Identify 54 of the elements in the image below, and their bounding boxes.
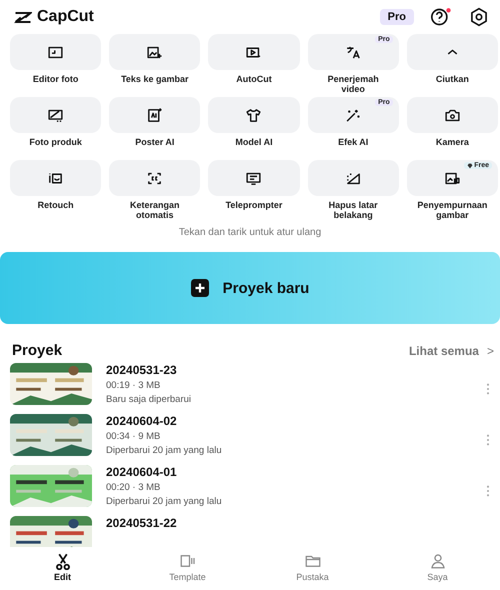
project-item[interactable]: 20240531-23 00:19 · 3 MB Baru saja diperbarui: [10, 363, 490, 414]
project-name: 20240531-23: [106, 363, 178, 377]
nav-tab[interactable]: Edit: [22, 551, 102, 583]
project-name: 20240531-22: [106, 516, 178, 530]
help-icon[interactable]: [430, 7, 452, 27]
project-updated: Baru saja diperbarui: [106, 394, 192, 405]
tool-button[interactable]: [109, 97, 200, 133]
project-meta: 00:34 · 9 MB: [106, 431, 162, 442]
tool-button[interactable]: [109, 34, 200, 70]
new-project-button[interactable]: Proyek baru: [0, 252, 500, 324]
tool-label: Poster AI: [135, 136, 174, 149]
tool-icon: [245, 106, 262, 124]
nav-tab[interactable]: Template: [148, 551, 228, 583]
nav-tab[interactable]: Saya: [398, 551, 478, 583]
section-title: Proyek: [12, 342, 62, 359]
settings-icon[interactable]: [468, 7, 490, 27]
see-all-link[interactable]: Lihat semua >: [408, 344, 494, 358]
tool-icon: [146, 106, 164, 124]
tool-button[interactable]: [208, 160, 300, 196]
project-item[interactable]: 20240604-01 00:20 · 3 MB Diperbarui 20 jam yang lalu: [10, 465, 490, 516]
tool-label: Keterangan otomatis: [129, 199, 181, 222]
hint-text: Tekan dan tarik untuk atur ulang: [178, 227, 322, 238]
tool-label: Ciutkan: [436, 73, 469, 86]
tool-label: Penyempurnaan gambar: [416, 199, 488, 222]
plus-icon: [190, 279, 209, 297]
pro-badge[interactable]: Pro: [380, 9, 414, 25]
tool-label: AutoCut: [236, 73, 272, 86]
project-item[interactable]: 20240531-22: [10, 516, 490, 547]
tool-label: Retouch: [38, 199, 74, 212]
tool-button[interactable]: [208, 34, 300, 70]
tool-label: Editor foto: [32, 73, 78, 86]
project-name: 20240604-02: [106, 414, 178, 428]
nav-icon: [178, 552, 198, 570]
tool-label: Kamera: [436, 136, 469, 149]
project-updated: Diperbarui 20 jam yang lalu: [106, 445, 223, 456]
project-name: 20240604-01: [106, 465, 178, 479]
tool-label: Penerjemah video: [326, 73, 380, 96]
tool-label: Teleprompter: [226, 199, 282, 212]
tool-button[interactable]: [406, 97, 498, 133]
app-name: CapCut: [37, 8, 94, 26]
tool-label: Foto produk: [29, 136, 82, 149]
tool-label: Efek AI: [338, 136, 368, 149]
project-meta: 00:19 · 3 MB: [106, 380, 162, 391]
project-updated: Diperbarui 20 jam yang lalu: [106, 496, 223, 507]
tool-label: Hapus latar belakang: [328, 199, 379, 222]
tool-button[interactable]: [10, 34, 102, 70]
project-meta: 00:20 · 3 MB: [106, 482, 162, 493]
tool-button[interactable]: [10, 160, 102, 196]
nav-tab[interactable]: Pustaka: [272, 551, 352, 583]
tool-button[interactable]: [10, 97, 102, 133]
logo-icon: [14, 10, 32, 24]
tool-label: Model AI: [235, 136, 273, 149]
tool-label: Teks ke gambar: [121, 73, 188, 86]
project-item[interactable]: 20240604-02 00:34 · 9 MB Diperbarui 20 jam yang lalu: [10, 414, 490, 465]
